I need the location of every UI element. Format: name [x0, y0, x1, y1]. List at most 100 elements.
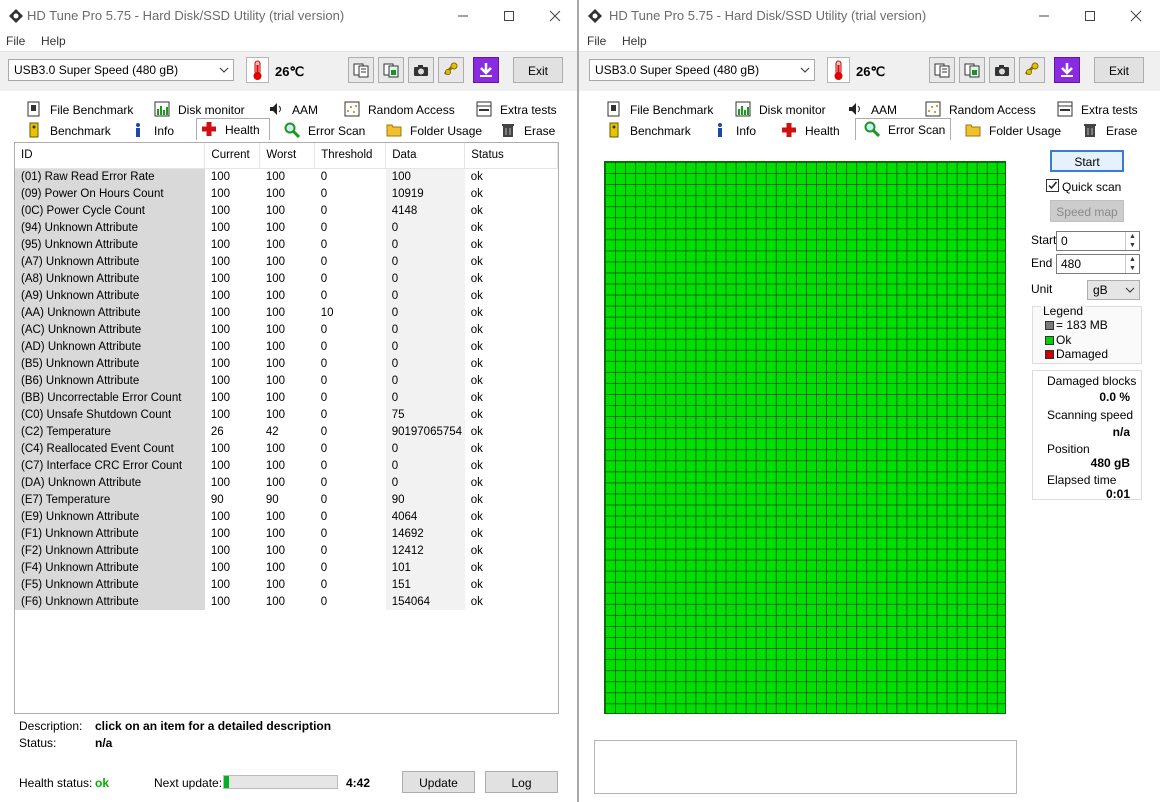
copy-screenshot-button[interactable] — [959, 57, 985, 83]
tab-random-access[interactable]: Random Access — [344, 99, 464, 119]
table-row[interactable]: (F1) Unknown Attribute 100 100 0 14692 ok — [15, 525, 558, 542]
tab-file-benchmark[interactable]: File Benchmark — [606, 99, 726, 119]
title-bar[interactable]: HD Tune Pro 5.75 - Hard Disk/SSD Utility… — [0, 0, 577, 31]
options-button[interactable] — [1019, 57, 1045, 83]
menu-help[interactable]: Help — [41, 34, 66, 48]
menu-file[interactable]: File — [587, 34, 606, 48]
drive-select[interactable]: USB3.0 Super Speed (480 gB) — [589, 59, 815, 81]
table-row[interactable]: (94) Unknown Attribute 100 100 0 0 ok — [15, 219, 558, 236]
end-input[interactable]: 480 ▲ ▼ — [1056, 254, 1140, 274]
close-button[interactable] — [532, 0, 577, 31]
save-button[interactable] — [1054, 57, 1080, 83]
tab-benchmark[interactable]: Benchmark — [606, 120, 706, 140]
tab-health[interactable]: Health — [781, 120, 855, 140]
update-button[interactable]: Update — [402, 771, 475, 793]
table-row[interactable]: (AD) Unknown Attribute 100 100 0 0 ok — [15, 338, 558, 355]
minimize-button[interactable] — [1021, 0, 1067, 31]
tab-info[interactable]: Info — [712, 120, 772, 140]
log-button[interactable]: Log — [485, 771, 558, 793]
tab-disk-monitor[interactable]: Disk monitor — [735, 99, 845, 119]
tab-info[interactable]: Info — [130, 120, 190, 140]
copy-text-button[interactable] — [929, 57, 955, 83]
column-header-threshold[interactable]: Threshold — [314, 143, 387, 169]
start-scan-button[interactable]: Start — [1050, 150, 1124, 172]
cell-worst: 100 — [265, 510, 286, 523]
tab-extra-tests[interactable]: Extra tests — [476, 99, 571, 119]
drive-select-value: USB3.0 Super Speed (480 gB) — [595, 63, 760, 77]
table-row[interactable]: (C2) Temperature 26 42 0 90197065754 ok — [15, 423, 558, 440]
tab-aam[interactable]: AAM — [268, 99, 338, 119]
tab-erase[interactable]: Erase — [1082, 120, 1152, 140]
table-row[interactable]: (E9) Unknown Attribute 100 100 0 4064 ok — [15, 508, 558, 525]
drive-select[interactable]: USB3.0 Super Speed (480 gB) — [8, 59, 234, 81]
table-row[interactable]: (C7) Interface CRC Error Count 100 100 0 0 ok — [15, 457, 558, 474]
column-header-status[interactable]: Status — [464, 143, 558, 169]
column-header-worst[interactable]: Worst — [259, 143, 316, 169]
column-header-id[interactable]: ID — [15, 143, 206, 169]
table-row[interactable]: (B5) Unknown Attribute 100 100 0 0 ok — [15, 355, 558, 372]
cell-status: ok — [470, 221, 483, 234]
quick-scan-checkbox[interactable] — [1046, 179, 1059, 192]
copy-screenshot-icon — [964, 63, 980, 78]
table-row[interactable]: (F4) Unknown Attribute 100 100 0 101 ok — [15, 559, 558, 576]
cell-worst: 100 — [265, 238, 286, 251]
tab-folder-usage[interactable]: Folder Usage — [386, 120, 486, 140]
table-row[interactable]: (AA) Unknown Attribute 100 100 10 0 ok — [15, 304, 558, 321]
table-row[interactable]: (95) Unknown Attribute 100 100 0 0 ok — [15, 236, 558, 253]
speed-map-button[interactable]: Speed map — [1050, 200, 1124, 222]
table-row[interactable]: (E7) Temperature 90 90 0 90 ok — [15, 491, 558, 508]
end-decrement[interactable]: ▼ — [1125, 264, 1139, 273]
start-input[interactable]: 0 ▲ ▼ — [1056, 231, 1140, 251]
menu-file[interactable]: File — [6, 34, 25, 48]
table-row[interactable]: (BB) Uncorrectable Error Count 100 100 0 0 ok — [15, 389, 558, 406]
tab-disk-monitor[interactable]: Disk monitor — [154, 99, 264, 119]
table-row[interactable]: (A8) Unknown Attribute 100 100 0 0 ok — [15, 270, 558, 287]
exit-button[interactable]: Exit — [1094, 57, 1144, 83]
tab-random-access[interactable]: Random Access — [925, 99, 1045, 119]
table-row[interactable]: (F6) Unknown Attribute 100 100 0 154064 ok — [15, 593, 558, 610]
copy-screenshot-button[interactable] — [378, 57, 404, 83]
table-row[interactable]: (09) Power On Hours Count 100 100 0 10919 ok — [15, 185, 558, 202]
screenshot-button[interactable] — [408, 57, 434, 83]
table-row[interactable]: (C0) Unsafe Shutdown Count 100 100 0 75 ok — [15, 406, 558, 423]
tab-health[interactable]: Health — [196, 118, 270, 140]
exit-button[interactable]: Exit — [513, 57, 563, 83]
unit-select[interactable]: gB — [1087, 280, 1140, 300]
copy-text-button[interactable] — [348, 57, 374, 83]
tab-folder-usage[interactable]: Folder Usage — [965, 120, 1065, 140]
options-button[interactable] — [438, 57, 464, 83]
tab-aam[interactable]: AAM — [847, 99, 917, 119]
end-increment[interactable]: ▲ — [1125, 255, 1139, 264]
table-row[interactable]: (F5) Unknown Attribute 100 100 0 151 ok — [15, 576, 558, 593]
maximize-button[interactable] — [1067, 0, 1113, 31]
table-row[interactable]: (DA) Unknown Attribute 100 100 0 0 ok — [15, 474, 558, 491]
save-button[interactable] — [473, 57, 499, 83]
table-row[interactable]: (A7) Unknown Attribute 100 100 0 0 ok — [15, 253, 558, 270]
table-row[interactable]: (01) Raw Read Error Rate 100 100 0 100 ok — [15, 168, 558, 185]
minimize-button[interactable] — [440, 0, 486, 31]
table-row[interactable]: (A9) Unknown Attribute 100 100 0 0 ok — [15, 287, 558, 304]
tab-erase[interactable]: Erase — [500, 120, 570, 140]
tab-error-scan[interactable]: Error Scan — [855, 118, 951, 140]
start-decrement[interactable]: ▼ — [1125, 241, 1139, 250]
copy-screenshot-icon — [383, 63, 399, 78]
tab-file-benchmark[interactable]: File Benchmark — [26, 99, 146, 119]
screenshot-button[interactable] — [989, 57, 1015, 83]
close-button[interactable] — [1113, 0, 1159, 31]
tab-benchmark[interactable]: Benchmark — [26, 120, 126, 140]
maximize-button[interactable] — [486, 0, 532, 31]
table-row[interactable]: (F2) Unknown Attribute 100 100 0 12412 ok — [15, 542, 558, 559]
title-bar[interactable]: HD Tune Pro 5.75 - Hard Disk/SSD Utility… — [579, 0, 1160, 31]
column-header-current[interactable]: Current — [204, 143, 261, 169]
checkmark-icon — [1048, 181, 1058, 190]
menu-help[interactable]: Help — [622, 34, 647, 48]
tab-error-scan[interactable]: Error Scan — [284, 120, 372, 140]
table-row[interactable]: (C4) Reallocated Event Count 100 100 0 0 ok — [15, 440, 558, 457]
table-row[interactable]: (AC) Unknown Attribute 100 100 0 0 ok — [15, 321, 558, 338]
table-row[interactable]: (B6) Unknown Attribute 100 100 0 0 ok — [15, 372, 558, 389]
chevron-down-icon — [1125, 287, 1135, 293]
tab-extra-tests[interactable]: Extra tests — [1057, 99, 1152, 119]
table-row[interactable]: (0C) Power Cycle Count 100 100 0 4148 ok — [15, 202, 558, 219]
column-header-data[interactable]: Data — [385, 143, 466, 169]
start-increment[interactable]: ▲ — [1125, 232, 1139, 241]
